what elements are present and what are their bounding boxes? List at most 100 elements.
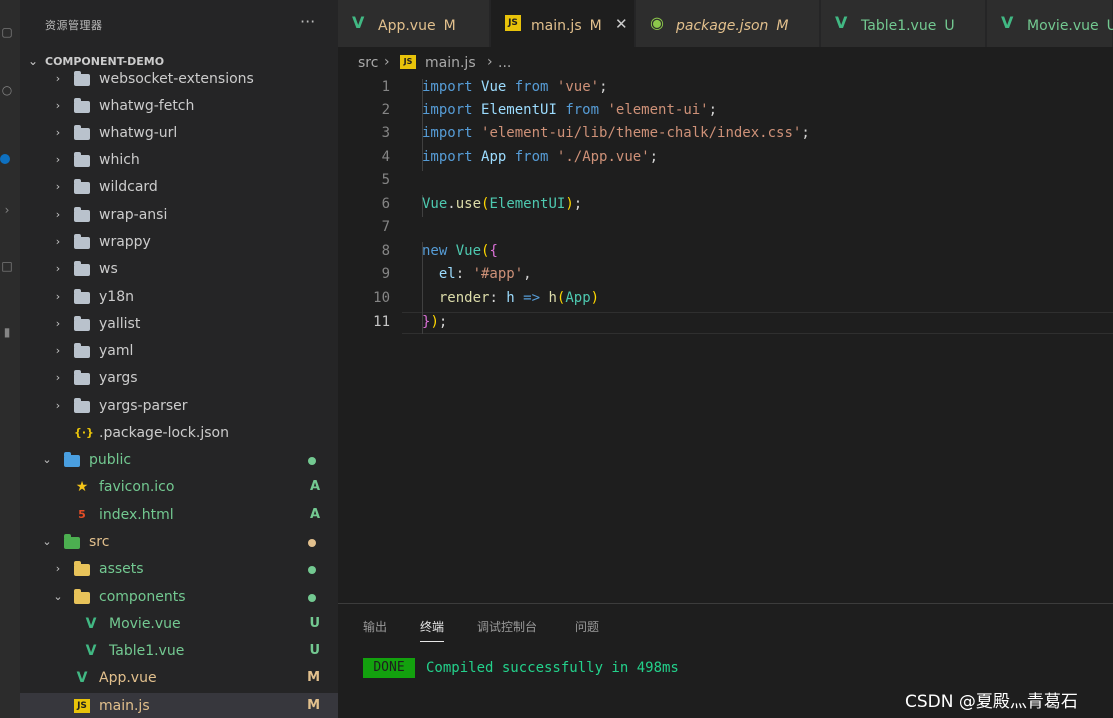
tree-item-label: public	[89, 452, 132, 468]
code-line-6: Vue.use(ElementUI);	[422, 196, 583, 212]
tab-label: package.json	[676, 18, 769, 34]
tree-item[interactable]: ⌄ src	[20, 529, 338, 556]
tree-item[interactable]: ⌄ components	[20, 584, 338, 611]
tree-item[interactable]: ⌄ public	[20, 447, 338, 474]
git-status-badge: M	[307, 698, 320, 713]
search-icon[interactable]: ○	[0, 82, 14, 98]
breadcrumb-folder[interactable]: src	[358, 55, 378, 71]
chevron-down-icon[interactable]: ⌄	[42, 535, 52, 548]
tree-item[interactable]: ★ favicon.ico A	[20, 474, 338, 501]
more-actions-icon[interactable]: ···	[300, 12, 315, 31]
chevron-right-icon[interactable]: ›	[53, 208, 63, 221]
tab-label: Table1.vue	[861, 18, 937, 34]
tree-item-label: yaml	[99, 343, 134, 359]
panel-tab-debug-console[interactable]: 调试控制台	[477, 618, 537, 635]
line-number: 11	[373, 314, 390, 330]
vue-icon: V	[352, 13, 365, 32]
chevron-down-icon[interactable]: ⌄	[53, 590, 63, 603]
git-status-dot	[308, 539, 316, 547]
chevron-right-icon[interactable]: ›	[53, 562, 63, 575]
editor-tab[interactable]: V App.vue M	[338, 0, 490, 47]
editor-tab[interactable]: ◉ package.json M	[636, 0, 820, 47]
tree-item[interactable]: › wrappy	[20, 229, 338, 256]
git-status-badge: U	[309, 616, 320, 631]
folder-icon	[74, 125, 90, 140]
tree-item-label: y18n	[99, 289, 134, 305]
folder-icon	[74, 234, 90, 249]
folder-icon	[74, 289, 90, 304]
explorer-icon[interactable]: ▢	[0, 24, 14, 40]
breadcrumb: src › JS main.js › ...	[338, 47, 1113, 77]
html5-icon: 5	[78, 508, 86, 521]
tree-item-label: favicon.ico	[99, 479, 175, 495]
git-status-dot	[308, 594, 316, 602]
line-number: 6	[381, 196, 390, 212]
panel-tab-output[interactable]: 输出	[363, 618, 387, 635]
breadcrumb-file[interactable]: main.js	[425, 55, 476, 71]
git-status-badge: M	[307, 670, 320, 685]
tree-item[interactable]: {·} .package-lock.json	[20, 420, 338, 447]
tree-item[interactable]: › yallist	[20, 311, 338, 338]
line-number: 1	[381, 79, 390, 95]
chevron-right-icon[interactable]: ›	[53, 99, 63, 112]
code-line-9: el: '#app',	[438, 266, 532, 282]
tree-item-label: yargs	[99, 370, 138, 386]
tree-item[interactable]: V Table1.vue U	[20, 638, 338, 665]
tree-item[interactable]: › whatwg-fetch	[20, 93, 338, 120]
chevron-right-icon[interactable]: ›	[53, 180, 63, 193]
tree-item-label: ws	[99, 261, 118, 277]
tree-item[interactable]: › websocket-extensions	[20, 66, 338, 93]
extensions-icon[interactable]: □	[0, 258, 14, 274]
line-number: 9	[381, 266, 390, 282]
tree-item[interactable]: › yaml	[20, 338, 338, 365]
editor-tab[interactable]: JS main.js M ✕	[491, 0, 635, 47]
tree-item[interactable]: › wildcard	[20, 174, 338, 201]
chevron-right-icon[interactable]: ›	[53, 290, 63, 303]
remote-icon[interactable]: ▮	[0, 324, 14, 340]
tree-item-label: wrappy	[99, 234, 151, 250]
chevron-down-icon[interactable]: ⌄	[42, 453, 52, 466]
chevron-right-icon: ›	[384, 54, 390, 70]
chevron-right-icon[interactable]: ›	[53, 126, 63, 139]
tree-item[interactable]: › ws	[20, 256, 338, 283]
tree-item[interactable]: V App.vue M	[20, 665, 338, 692]
vue-icon: V	[76, 670, 88, 686]
close-icon[interactable]: ✕	[615, 15, 628, 33]
line-number: 5	[381, 172, 390, 188]
tree-item[interactable]: › whatwg-url	[20, 120, 338, 147]
line-number: 10	[373, 290, 390, 306]
chevron-right-icon[interactable]: ›	[53, 344, 63, 357]
line-number: 8	[381, 243, 390, 259]
folder-icon	[74, 343, 90, 358]
sidebar-title: 资源管理器	[45, 19, 103, 32]
tree-item[interactable]: › assets	[20, 556, 338, 583]
chevron-right-icon[interactable]: ›	[53, 399, 63, 412]
tree-item[interactable]: V Movie.vue U	[20, 611, 338, 638]
panel-tab-problems[interactable]: 问题	[575, 618, 599, 635]
tree-item[interactable]: › yargs	[20, 365, 338, 392]
code-line-3: import 'element-ui/lib/theme-chalk/index…	[422, 125, 810, 141]
chevron-right-icon[interactable]: ›	[53, 317, 63, 330]
chevron-right-icon[interactable]: ›	[53, 262, 63, 275]
tree-item-label: Movie.vue	[109, 616, 181, 632]
tree-item[interactable]: › which	[20, 147, 338, 174]
editor-tab[interactable]: V Movie.vue U	[987, 0, 1113, 47]
git-status-badge: U	[309, 643, 320, 658]
chevron-right-icon[interactable]: ›	[53, 72, 63, 85]
code-editor[interactable]: 1 2 3 4 5 6 7 8 9 10 11 import Vue from 'vue'; imp…	[338, 77, 1113, 597]
breadcrumb-symbol[interactable]: ...	[498, 55, 511, 71]
folder-icon	[74, 207, 90, 222]
chevron-right-icon[interactable]: ›	[53, 235, 63, 248]
tree-item[interactable]: JS main.js M	[20, 693, 338, 718]
tree-item-label: assets	[99, 561, 144, 577]
src-folder-icon	[64, 534, 80, 549]
tree-item[interactable]: 5 index.html A	[20, 502, 338, 529]
chevron-right-icon[interactable]: ›	[53, 371, 63, 384]
tree-item[interactable]: › yargs-parser	[20, 393, 338, 420]
panel-tab-terminal[interactable]: 终端	[420, 618, 445, 642]
chevron-right-icon[interactable]: ›	[53, 153, 63, 166]
run-debug-icon[interactable]: ›	[0, 202, 14, 218]
editor-tab[interactable]: V Table1.vue U	[821, 0, 986, 47]
tree-item[interactable]: › wrap-ansi	[20, 202, 338, 229]
tree-item[interactable]: › y18n	[20, 284, 338, 311]
